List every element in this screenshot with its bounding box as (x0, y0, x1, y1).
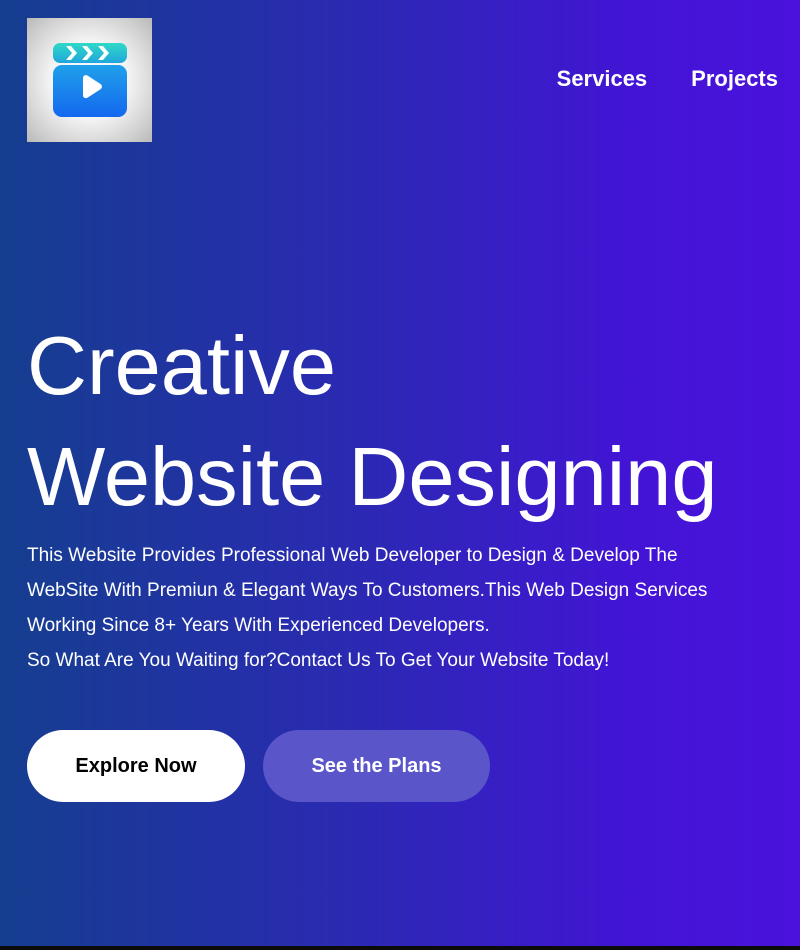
explore-now-button[interactable]: Explore Now (27, 730, 245, 802)
hero-section: Services Projects Creative Website Desig… (0, 0, 800, 946)
nav-link-projects[interactable]: Projects (691, 66, 778, 92)
hero-description: This Website Provides Professional Web D… (27, 538, 777, 678)
page-bottom-edge (0, 946, 800, 950)
hero-description-line: So What Are You Waiting for?Contact Us T… (27, 650, 610, 671)
hero-title-line: Creative (27, 319, 337, 412)
main-nav: Services Projects (557, 66, 778, 92)
nav-link-services[interactable]: Services (557, 66, 648, 92)
hero-title-line: Website Designing (27, 430, 718, 523)
hero-description-line: Working Since 8+ Years With Experienced … (27, 615, 490, 636)
see-plans-button[interactable]: See the Plans (263, 730, 490, 802)
hero-description-line: This Website Provides Professional Web D… (27, 545, 678, 566)
video-play-clapper-icon (53, 43, 127, 117)
hero-title: Creative Website Designing (27, 310, 718, 532)
site-logo[interactable] (27, 18, 152, 142)
hero-description-line: WebSite With Premiun & Elegant Ways To C… (27, 580, 708, 601)
